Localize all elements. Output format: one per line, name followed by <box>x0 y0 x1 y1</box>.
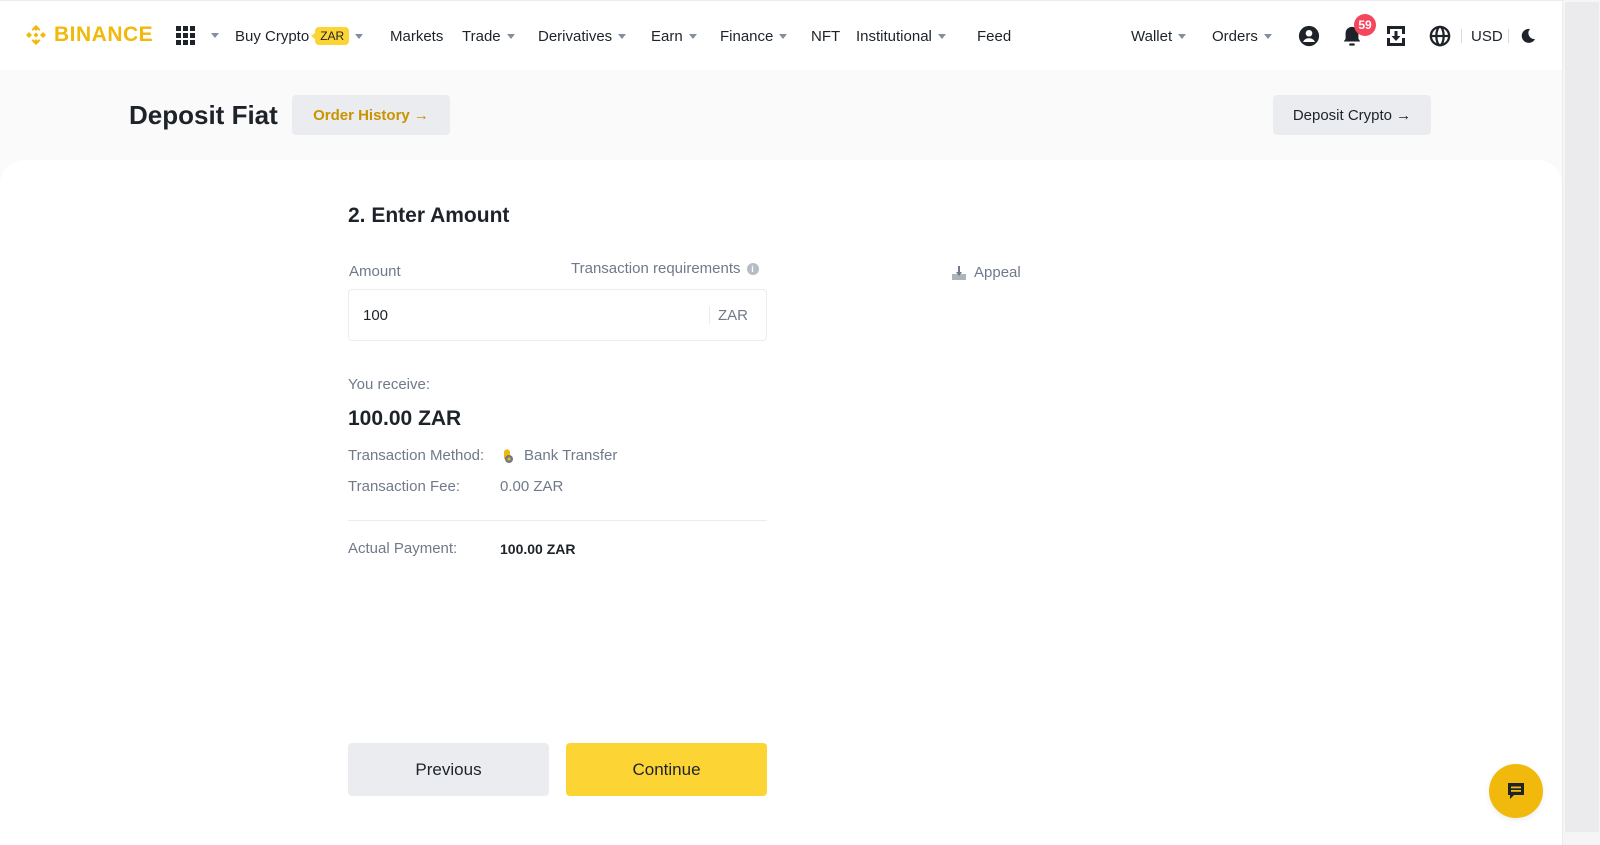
chevron-down-icon <box>779 33 788 39</box>
currency-badge: ZAR <box>311 27 350 45</box>
nav-wallet[interactable]: Wallet <box>1131 1 1187 71</box>
chevron-down-icon <box>937 33 946 39</box>
currency-label: USD <box>1471 27 1503 45</box>
transaction-requirements-link[interactable]: Transaction requirements i <box>571 260 759 277</box>
nav-feed[interactable]: Feed <box>977 1 1011 71</box>
nav-label: Earn <box>651 27 683 45</box>
brand-name: BINANCE <box>54 23 154 46</box>
apps-grid-icon <box>176 26 195 45</box>
binance-logo[interactable]: BINANCE <box>24 23 153 47</box>
nav-markets[interactable]: Markets <box>390 1 443 71</box>
nav-label: NFT <box>811 27 841 45</box>
chat-support-button[interactable] <box>1489 764 1543 818</box>
appeal-icon <box>952 265 966 280</box>
order-history-button[interactable]: Order History → <box>292 95 450 135</box>
nav-label: Wallet <box>1131 27 1173 45</box>
nav-trade[interactable]: Trade <box>462 1 515 71</box>
download-icon[interactable] <box>1384 24 1408 48</box>
nav-label: Finance <box>720 27 774 45</box>
divider <box>1508 29 1509 43</box>
moon-icon[interactable] <box>1516 24 1540 48</box>
continue-button[interactable]: Continue <box>566 743 767 796</box>
nav-buy-crypto[interactable]: Buy Crypto ZAR <box>235 1 364 71</box>
currency-selector[interactable]: USD <box>1471 1 1503 71</box>
nav-earn[interactable]: Earn <box>651 1 697 71</box>
amount-input[interactable] <box>363 306 709 324</box>
nav-derivatives[interactable]: Derivatives <box>538 1 627 71</box>
transaction-method-value: Bank Transfer <box>500 447 617 464</box>
nav-institutional[interactable]: Institutional <box>856 1 946 71</box>
scrollbar-thumb[interactable] <box>1565 2 1599 832</box>
binance-logo-icon <box>26 25 46 45</box>
you-receive-label: You receive: <box>348 376 431 393</box>
nav-label: Markets <box>390 27 444 45</box>
chevron-down-icon <box>355 33 364 39</box>
chevron-down-icon <box>618 33 627 39</box>
chevron-down-icon <box>211 33 219 38</box>
chevron-down-icon <box>688 33 697 39</box>
page-title: Deposit Fiat <box>129 100 278 130</box>
notification-count-badge: 59 <box>1354 14 1376 36</box>
chevron-down-icon <box>506 33 515 39</box>
summary-divider <box>348 520 767 521</box>
appeal-label: Appeal <box>974 264 1021 281</box>
deposit-crypto-button[interactable]: Deposit Crypto → <box>1273 95 1431 135</box>
amount-label: Amount <box>349 263 401 280</box>
nav-nft[interactable]: NFT <box>811 1 840 71</box>
transaction-fee-label: Transaction Fee: <box>348 478 460 495</box>
currency-unit: ZAR <box>718 306 748 324</box>
nav-label: Trade <box>462 27 501 45</box>
actual-payment-label: Actual Payment: <box>348 540 458 557</box>
page-scrollbar[interactable] <box>1562 0 1600 845</box>
bank-transfer-icon <box>504 448 513 463</box>
top-navigation: BINANCE Buy Crypto ZAR Markets Trade Der… <box>0 0 1562 70</box>
nav-label: Derivatives <box>538 27 613 45</box>
nav-label: Buy Crypto <box>235 27 310 45</box>
transaction-fee-value: 0.00 ZAR <box>500 478 564 495</box>
apps-menu-button[interactable] <box>176 26 219 45</box>
actual-payment-value: 100.00 ZAR <box>500 541 576 557</box>
deposit-card <box>0 160 1562 845</box>
requirements-label: Transaction requirements <box>571 260 741 277</box>
nav-label: Institutional <box>856 27 932 45</box>
transaction-method-label: Transaction Method: <box>348 447 485 464</box>
you-receive-amount: 100.00 ZAR <box>348 407 462 430</box>
globe-icon[interactable] <box>1428 24 1452 48</box>
previous-button[interactable]: Previous <box>348 743 549 796</box>
nav-orders[interactable]: Orders <box>1212 1 1272 71</box>
divider <box>1461 29 1462 43</box>
amount-field[interactable]: ZAR <box>348 289 767 341</box>
nav-label: Feed <box>977 27 1012 45</box>
chevron-down-icon <box>1263 33 1272 39</box>
step-title: 2. Enter Amount <box>348 204 510 227</box>
user-icon[interactable] <box>1297 24 1321 48</box>
nav-finance[interactable]: Finance <box>720 1 788 71</box>
chevron-down-icon <box>1178 33 1187 39</box>
appeal-link[interactable]: Appeal <box>952 264 1021 281</box>
nav-label: Orders <box>1212 27 1258 45</box>
info-icon[interactable]: i <box>746 262 759 275</box>
chat-icon <box>1508 783 1524 799</box>
method-name: Bank Transfer <box>524 447 618 464</box>
divider <box>709 306 710 324</box>
